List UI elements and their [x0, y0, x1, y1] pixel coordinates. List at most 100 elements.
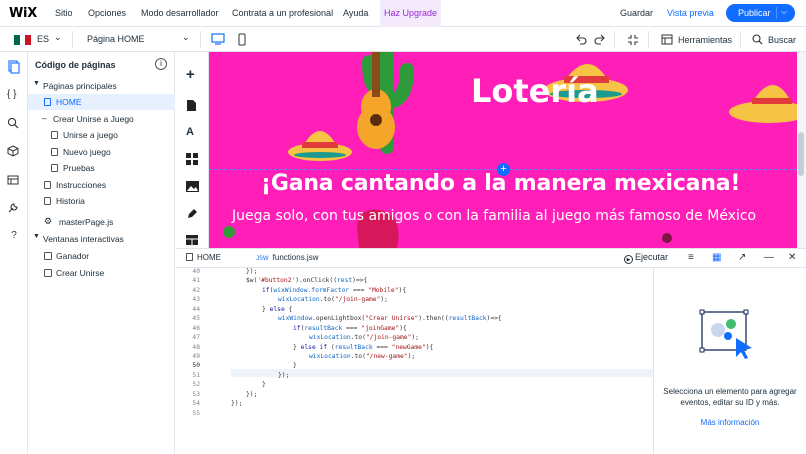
expand-icon[interactable]: ↗ [738, 252, 746, 263]
format-icon[interactable]: ≡ [688, 252, 694, 263]
code-line: $w('#button2').onClick((rest)=>{ [246, 277, 368, 284]
hero-title[interactable]: Lotería [471, 72, 599, 110]
wix-logo[interactable]: WiX [9, 6, 37, 21]
lightbox-item-ganador[interactable]: Ganador [28, 248, 175, 264]
page-item-pruebas[interactable]: Pruebas [28, 160, 175, 176]
left-rail: { } ? [0, 52, 28, 453]
tools-button[interactable]: Herramientas [678, 35, 732, 45]
search-icon[interactable] [752, 34, 763, 47]
redo-icon[interactable] [594, 34, 606, 47]
help-icon[interactable]: ? [7, 230, 21, 244]
publish-button[interactable]: Publicar ⌵ [726, 4, 795, 22]
menu-hire-pro[interactable]: Contrata a un profesional [232, 8, 333, 18]
learn-more-link[interactable]: Más información [660, 418, 800, 427]
line-number: 46 [192, 325, 200, 332]
search-icon[interactable] [7, 117, 21, 131]
table-icon[interactable] [186, 235, 199, 248]
menu-dev-mode[interactable]: Modo desarrollador [141, 8, 219, 18]
pages-icon[interactable] [7, 60, 21, 74]
chevron-down-icon[interactable]: ⌄ [54, 32, 62, 43]
lightbox-item-crear-unirse[interactable]: Crear Unirse [28, 265, 175, 281]
code-line: wixLocation.to("/join-game"); [278, 296, 388, 303]
menu-sitio[interactable]: Sitio [55, 8, 73, 18]
properties-panel: Selecciona un elemento para agregar even… [654, 268, 806, 454]
code-editor[interactable]: 40 41 42 43 44 45 46 47 48 49 50 51 52 5… [176, 268, 654, 454]
add-element-icon[interactable]: + [186, 67, 199, 82]
close-icon[interactable]: ✕ [788, 252, 796, 263]
hero-subheadline[interactable]: Juega solo, con tus amigos o con la fami… [232, 208, 756, 224]
code-line: wixWindow.openLightbox("Crear Unirse").t… [278, 315, 502, 322]
image-icon[interactable] [186, 181, 199, 194]
page-item-historia[interactable]: Historia [28, 193, 175, 209]
desktop-view-icon[interactable] [211, 33, 225, 47]
wrench-icon[interactable] [7, 202, 21, 216]
zoom-out-icon[interactable] [627, 34, 639, 48]
language-selector[interactable]: ES [37, 34, 49, 44]
editor-toolbar: ES ⌄ Página HOME ⌄ Herramientas Buscar [0, 27, 806, 52]
line-number: 41 [192, 277, 200, 284]
menu-ayuda[interactable]: Ayuda [343, 8, 368, 18]
section-main-pages[interactable]: ▼ Páginas principales [28, 78, 175, 94]
divider [740, 31, 741, 48]
line-number: 51 [192, 372, 200, 379]
page-label: Nuevo juego [63, 147, 111, 157]
package-icon[interactable] [7, 145, 21, 159]
page-icon [51, 131, 58, 139]
dash-icon: – [42, 113, 47, 123]
apps-grid-icon[interactable] [186, 153, 199, 166]
tab-home[interactable]: HOME [186, 253, 221, 262]
sitemap-icon: ⚙ [44, 216, 53, 226]
page-item-instrucciones[interactable]: Instrucciones [28, 177, 175, 193]
page-label: HOME [56, 97, 82, 107]
mexico-flag-icon [14, 35, 31, 45]
page-selector[interactable]: Página HOME [87, 34, 145, 44]
page-icon[interactable] [186, 99, 199, 112]
mobile-view-icon[interactable] [238, 33, 246, 48]
section-lightboxes[interactable]: ▼ Ventanas interactivas [28, 231, 175, 247]
code-line: } [293, 362, 297, 369]
run-button[interactable]: ▶ Ejecutar [624, 252, 668, 264]
jsw-icon: JSW [256, 256, 269, 262]
database-icon[interactable] [7, 174, 21, 188]
page-icon [44, 197, 51, 205]
text-style-icon[interactable]: A [186, 126, 199, 139]
canvas-scrollbar-thumb[interactable] [798, 132, 804, 176]
code-panel: HOME JSW functions.jsw ▶ Ejecutar ≡ ▦ ↗ — … [176, 248, 806, 454]
pen-icon[interactable] [186, 208, 199, 221]
code-tabs: HOME JSW functions.jsw ▶ Ejecutar ≡ ▦ ↗ — … [176, 249, 806, 268]
add-section-icon[interactable]: + [497, 163, 510, 176]
run-label: Ejecutar [635, 252, 669, 262]
page-label: Unirse a juego [63, 130, 118, 140]
line-number: 42 [192, 287, 200, 294]
page-item-home[interactable]: HOME [28, 94, 175, 110]
properties-panel-icon[interactable]: ▦ [712, 252, 721, 263]
lightbox-icon [44, 252, 52, 260]
page-icon [51, 164, 58, 172]
publish-label: Publicar [738, 8, 771, 18]
menu-opciones[interactable]: Opciones [88, 8, 126, 18]
page-item-masterpage[interactable]: ⚙ masterPage.js [28, 214, 175, 230]
page-item-unirse-juego[interactable]: Unirse a juego [28, 127, 175, 143]
lightbox-label: Ganador [56, 251, 90, 261]
code-line: }); [231, 400, 243, 407]
info-icon[interactable]: i [155, 58, 167, 70]
site-canvas[interactable]: Lotería ¡Gana cantando a la manera mexic… [209, 52, 797, 248]
caret-down-icon: ▼ [33, 233, 40, 240]
upgrade-button[interactable]: Haz Upgrade [380, 0, 442, 27]
minimize-icon[interactable]: — [764, 252, 774, 263]
tab-functions-jsw[interactable]: JSW functions.jsw [256, 253, 318, 262]
chevron-down-icon[interactable]: ⌵ [781, 7, 787, 17]
chevron-down-icon[interactable]: ⌄ [182, 32, 190, 43]
tools-icon[interactable] [661, 34, 673, 47]
line-number: 47 [192, 334, 200, 341]
code-braces-icon[interactable]: { } [7, 89, 21, 103]
code-line: if(resultBack === "joinGame"){ [293, 325, 407, 332]
save-button[interactable]: Guardar [620, 8, 653, 18]
preview-button[interactable]: Vista previa [667, 8, 714, 18]
search-button[interactable]: Buscar [768, 35, 796, 45]
publish-divider [776, 7, 777, 19]
page-item-crear-unirse[interactable]: – Crear Unirse a Juego [28, 111, 175, 127]
page-item-nuevo-juego[interactable]: Nuevo juego [28, 144, 175, 160]
undo-icon[interactable] [575, 34, 587, 47]
add-toolbar: + A [176, 52, 209, 248]
